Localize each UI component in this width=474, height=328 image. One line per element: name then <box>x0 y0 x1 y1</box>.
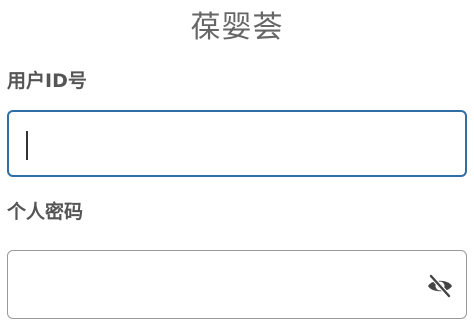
password-input[interactable] <box>8 251 466 318</box>
eye-slash-icon[interactable] <box>426 272 454 300</box>
password-field-container[interactable] <box>7 250 467 319</box>
userid-label: 用户ID号 <box>7 70 87 92</box>
userid-field-container[interactable] <box>7 110 467 177</box>
userid-input[interactable] <box>9 112 465 175</box>
text-caret <box>26 131 28 160</box>
password-label: 个人密码 <box>7 201 84 223</box>
page-title: 葆婴荟 <box>190 10 284 45</box>
